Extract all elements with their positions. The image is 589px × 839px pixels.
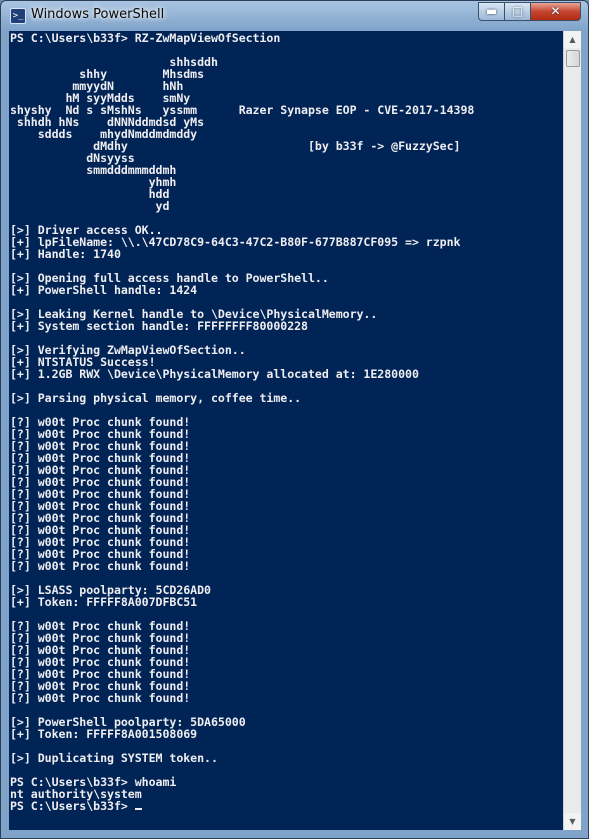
console-line: [?] w00t Proc chunk found! (10, 691, 191, 705)
console-line: [?] w00t Proc chunk found! (10, 559, 191, 573)
powershell-window: >_ Windows PowerShell ▬ □ ✕ PS C:\Users\… (0, 0, 589, 839)
maximize-icon: □ (511, 4, 524, 18)
console-line: [+] PowerShell handle: 1424 (10, 283, 198, 297)
console-line: [>] Duplicating SYSTEM token.. (10, 751, 218, 765)
title-bar[interactable]: >_ Windows PowerShell ▬ □ ✕ (1, 1, 588, 31)
scroll-down-arrow-icon[interactable]: ▼ (564, 813, 581, 830)
close-button[interactable]: ✕ (530, 2, 581, 21)
powershell-icon[interactable]: >_ (10, 8, 26, 24)
console-line: yd (10, 199, 170, 213)
scrollbar-thumb[interactable] (566, 50, 580, 67)
console-line: [+] 1.2GB RWX \Device\PhysicalMemory all… (10, 367, 419, 381)
minimize-icon: ▬ (485, 4, 498, 18)
scroll-up-arrow-icon[interactable]: ▲ (564, 31, 581, 48)
window-title: Windows PowerShell (31, 7, 165, 22)
text-cursor (134, 808, 142, 810)
console-area[interactable]: PS C:\Users\b33f> RZ-ZwMapViewOfSection … (9, 31, 563, 830)
console-prompt: PS C:\Users\b33f> (10, 799, 135, 813)
minimize-button[interactable]: ▬ (478, 2, 505, 21)
vertical-scrollbar[interactable]: ▲ ▼ (563, 31, 581, 830)
console-line: [>] Parsing physical memory, coffee time… (10, 391, 302, 405)
console-output: PS C:\Users\b33f> RZ-ZwMapViewOfSection … (9, 31, 563, 812)
console-line: [+] Token: FFFFF8A007DFBC51 (10, 595, 198, 609)
console-line: [+] Token: FFFFF8A001508069 (10, 727, 198, 741)
close-icon: ✕ (550, 4, 561, 18)
console-line: PS C:\Users\b33f> RZ-ZwMapViewOfSection (10, 31, 281, 45)
maximize-button[interactable]: □ (504, 2, 531, 21)
console-line: [+] System section handle: FFFFFFFF80000… (10, 319, 308, 333)
console-line: [+] Handle: 1740 (10, 247, 121, 261)
console-history: PS C:\Users\b33f> RZ-ZwMapViewOfSection … (10, 31, 474, 801)
